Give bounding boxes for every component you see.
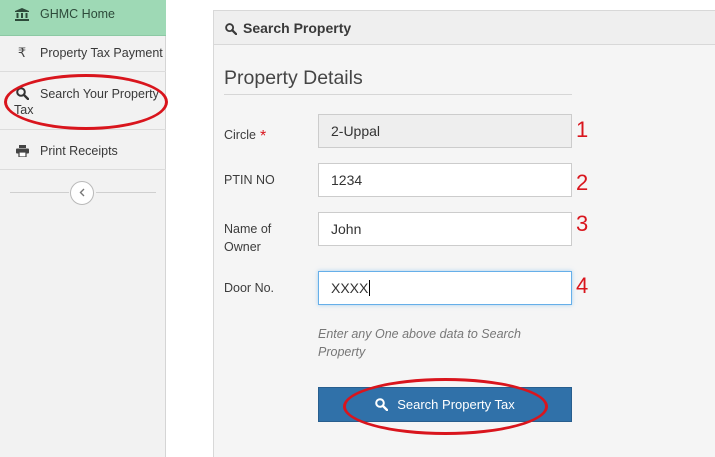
door-no-field[interactable]: XXXX <box>318 271 572 305</box>
search-icon <box>15 86 29 100</box>
search-button-label: Search Property Tax <box>397 397 515 412</box>
required-marker: * <box>259 128 267 145</box>
text-cursor <box>369 280 371 296</box>
ptin-label: PTIN NO <box>224 173 275 187</box>
circle-field[interactable]: 2-Uppal <box>318 114 572 148</box>
annotation-number-2: 2 <box>576 170 589 195</box>
bank-icon <box>15 7 29 21</box>
sidebar-item-ghmc-home[interactable]: GHMC Home <box>0 0 166 36</box>
sidebar-item-label-continued: Tax <box>14 103 34 117</box>
divider <box>96 192 156 193</box>
sidebar-collapse-button[interactable] <box>70 181 94 205</box>
sidebar-item-search-property-tax[interactable]: Search Your Property Tax <box>0 72 166 130</box>
panel-title: Search Property <box>243 20 352 36</box>
sidebar-item-property-tax-payment[interactable]: ₹ Property Tax Payment <box>0 36 166 72</box>
divider <box>10 192 69 193</box>
section-title: Property Details <box>224 67 363 89</box>
annotation-number-3: 3 <box>576 211 589 236</box>
door-no-label: Door No. <box>224 281 275 295</box>
rupee-icon: ₹ <box>17 46 27 61</box>
search-icon <box>375 398 389 411</box>
sidebar-item-print-receipts[interactable]: Print Receipts <box>0 130 166 170</box>
owner-name-field[interactable]: John <box>318 212 572 246</box>
print-icon <box>15 144 29 158</box>
panel-header: Search Property <box>214 11 715 45</box>
sidebar-item-label: GHMC Home <box>40 7 116 21</box>
search-property-tax-button[interactable]: Search Property Tax <box>318 387 572 422</box>
annotation-number-1: 1 <box>576 117 589 142</box>
owner-label: Name of Owner <box>224 222 272 254</box>
sidebar: GHMC Home ₹ Property Tax Payment Search … <box>0 0 166 457</box>
sidebar-item-label: Print Receipts <box>40 144 118 158</box>
sidebar-item-label: Property Tax Payment <box>40 46 163 60</box>
search-hint: Enter any One above data to Search Proper… <box>318 327 521 359</box>
circle-label: Circle * <box>224 128 267 145</box>
ptin-field[interactable]: 1234 <box>318 163 572 197</box>
annotation-number-4: 4 <box>576 273 589 298</box>
sidebar-item-label: Search Your Property <box>40 87 159 101</box>
chevron-left-icon <box>79 184 85 202</box>
divider <box>224 94 572 95</box>
search-icon <box>225 22 238 40</box>
